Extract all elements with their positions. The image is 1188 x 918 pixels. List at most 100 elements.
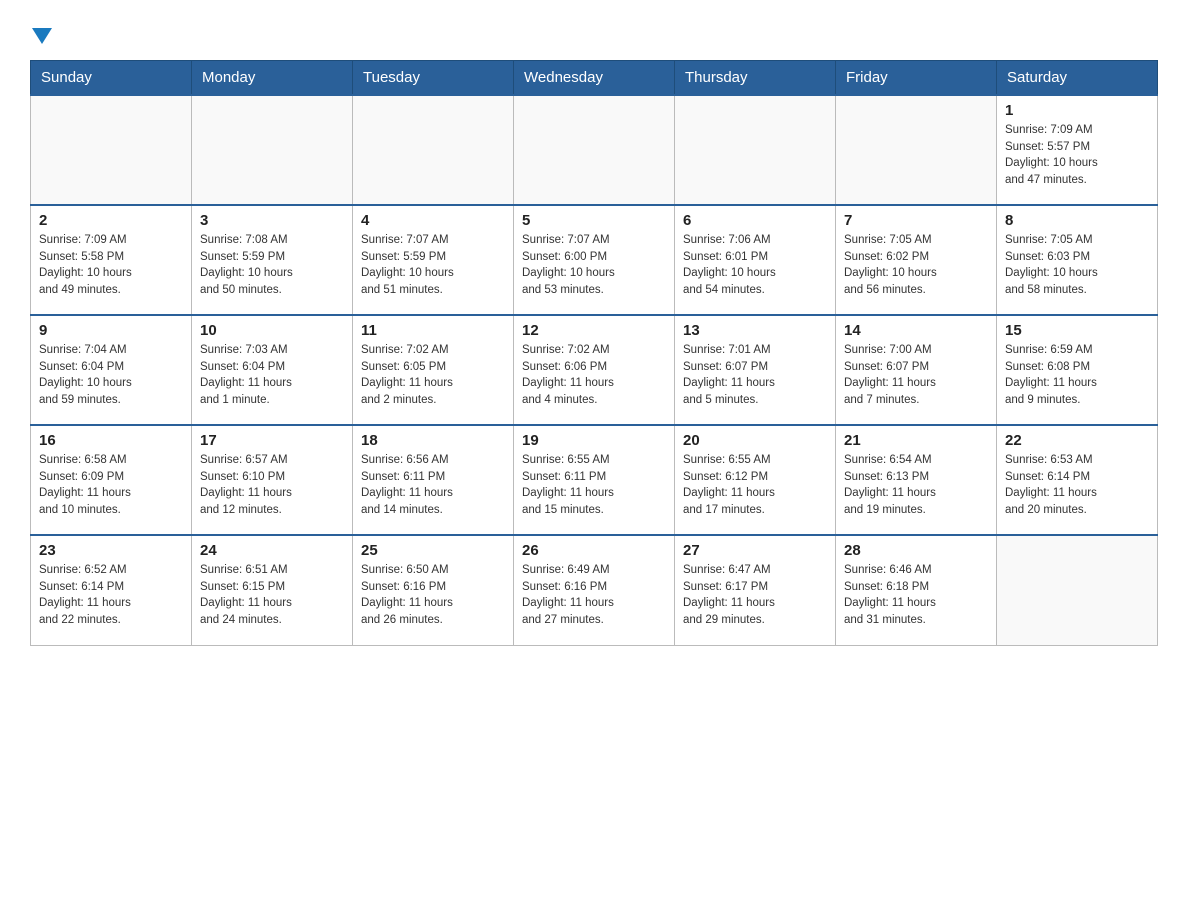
weekday-header: Monday	[192, 61, 353, 96]
calendar-cell	[675, 95, 836, 205]
calendar-week-row: 23 Sunrise: 6:52 AM Sunset: 6:14 PM Dayli…	[31, 535, 1158, 645]
day-number: 28	[844, 542, 988, 559]
day-number: 6	[683, 212, 827, 229]
day-info: Sunrise: 6:54 AM Sunset: 6:13 PM Dayligh…	[844, 452, 988, 519]
calendar-cell: 2Sunrise: 7:09 AM Sunset: 5:58 PM Daylig…	[31, 205, 192, 315]
day-number: 26	[522, 542, 666, 559]
weekday-header-row: SundayMondayTuesdayWednesdayThursdayFrid…	[31, 61, 1158, 96]
calendar-cell: 11 Sunrise: 7:02 AM Sunset: 6:05 PM Dayli…	[353, 315, 514, 425]
day-info: Sunrise: 7:07 AM Sunset: 5:59 PM Dayligh…	[361, 232, 505, 299]
calendar-cell: 12 Sunrise: 7:02 AM Sunset: 6:06 PM Dayli…	[514, 315, 675, 425]
day-info: Sunrise: 7:04 AM Sunset: 6:04 PM Dayligh…	[39, 342, 183, 409]
day-info: Sunrise: 7:09 AM Sunset: 5:57 PM Dayligh…	[1005, 122, 1149, 189]
day-info: Sunrise: 7:02 AM Sunset: 6:06 PM Dayligh…	[522, 342, 666, 409]
day-info: Sunrise: 6:50 AM Sunset: 6:16 PM Dayligh…	[361, 562, 505, 629]
day-info: Sunrise: 7:06 AM Sunset: 6:01 PM Dayligh…	[683, 232, 827, 299]
day-number: 20	[683, 432, 827, 449]
weekday-header: Thursday	[675, 61, 836, 96]
calendar-week-row: 16Sunrise: 6:58 AM Sunset: 6:09 PM Dayli…	[31, 425, 1158, 535]
day-number: 23	[39, 542, 183, 559]
day-info: Sunrise: 7:02 AM Sunset: 6:05 PM Dayligh…	[361, 342, 505, 409]
calendar-cell: 9 Sunrise: 7:04 AM Sunset: 6:04 PM Daylig…	[31, 315, 192, 425]
day-number: 10	[200, 322, 344, 339]
day-number: 12	[522, 322, 666, 339]
day-number: 25	[361, 542, 505, 559]
logo	[30, 24, 54, 42]
calendar-cell: 18 Sunrise: 6:56 AM Sunset: 6:11 PM Dayli…	[353, 425, 514, 535]
day-info: Sunrise: 7:07 AM Sunset: 6:00 PM Dayligh…	[522, 232, 666, 299]
calendar-cell: 13 Sunrise: 7:01 AM Sunset: 6:07 PM Dayli…	[675, 315, 836, 425]
day-info: Sunrise: 6:57 AM Sunset: 6:10 PM Dayligh…	[200, 452, 344, 519]
calendar-cell: 23 Sunrise: 6:52 AM Sunset: 6:14 PM Dayli…	[31, 535, 192, 645]
day-number: 19	[522, 432, 666, 449]
weekday-header: Wednesday	[514, 61, 675, 96]
calendar-cell: 26 Sunrise: 6:49 AM Sunset: 6:16 PM Dayli…	[514, 535, 675, 645]
calendar-cell	[192, 95, 353, 205]
calendar-cell: 21 Sunrise: 6:54 AM Sunset: 6:13 PM Dayli…	[836, 425, 997, 535]
calendar-cell	[514, 95, 675, 205]
calendar-cell: 6 Sunrise: 7:06 AM Sunset: 6:01 PM Daylig…	[675, 205, 836, 315]
calendar-cell: 14 Sunrise: 7:00 AM Sunset: 6:07 PM Dayli…	[836, 315, 997, 425]
calendar-cell: 25 Sunrise: 6:50 AM Sunset: 6:16 PM Dayli…	[353, 535, 514, 645]
day-number: 2	[39, 212, 183, 229]
day-number: 4	[361, 212, 505, 229]
day-info: Sunrise: 6:49 AM Sunset: 6:16 PM Dayligh…	[522, 562, 666, 629]
calendar-cell	[353, 95, 514, 205]
day-info: Sunrise: 6:53 AM Sunset: 6:14 PM Dayligh…	[1005, 452, 1149, 519]
calendar-week-row: 2Sunrise: 7:09 AM Sunset: 5:58 PM Daylig…	[31, 205, 1158, 315]
calendar-cell	[31, 95, 192, 205]
calendar-cell: 19Sunrise: 6:55 AM Sunset: 6:11 PM Dayli…	[514, 425, 675, 535]
day-number: 27	[683, 542, 827, 559]
calendar-cell: 15 Sunrise: 6:59 AM Sunset: 6:08 PM Dayli…	[997, 315, 1158, 425]
day-info: Sunrise: 7:00 AM Sunset: 6:07 PM Dayligh…	[844, 342, 988, 409]
day-info: Sunrise: 6:59 AM Sunset: 6:08 PM Dayligh…	[1005, 342, 1149, 409]
day-number: 7	[844, 212, 988, 229]
day-info: Sunrise: 6:52 AM Sunset: 6:14 PM Dayligh…	[39, 562, 183, 629]
calendar-cell: 7 Sunrise: 7:05 AM Sunset: 6:02 PM Daylig…	[836, 205, 997, 315]
calendar-week-row: 1 Sunrise: 7:09 AM Sunset: 5:57 PM Daylig…	[31, 95, 1158, 205]
day-number: 8	[1005, 212, 1149, 229]
calendar-table: SundayMondayTuesdayWednesdayThursdayFrid…	[30, 60, 1158, 646]
day-info: Sunrise: 7:03 AM Sunset: 6:04 PM Dayligh…	[200, 342, 344, 409]
day-info: Sunrise: 6:56 AM Sunset: 6:11 PM Dayligh…	[361, 452, 505, 519]
day-number: 22	[1005, 432, 1149, 449]
calendar-cell: 24 Sunrise: 6:51 AM Sunset: 6:15 PM Dayli…	[192, 535, 353, 645]
calendar-week-row: 9 Sunrise: 7:04 AM Sunset: 6:04 PM Daylig…	[31, 315, 1158, 425]
calendar-cell	[836, 95, 997, 205]
day-number: 1	[1005, 102, 1149, 119]
day-number: 3	[200, 212, 344, 229]
day-number: 9	[39, 322, 183, 339]
day-info: Sunrise: 6:51 AM Sunset: 6:15 PM Dayligh…	[200, 562, 344, 629]
calendar-cell	[997, 535, 1158, 645]
day-number: 21	[844, 432, 988, 449]
calendar-cell: 5Sunrise: 7:07 AM Sunset: 6:00 PM Daylig…	[514, 205, 675, 315]
day-number: 18	[361, 432, 505, 449]
day-number: 15	[1005, 322, 1149, 339]
calendar-cell: 3 Sunrise: 7:08 AM Sunset: 5:59 PM Daylig…	[192, 205, 353, 315]
weekday-header: Tuesday	[353, 61, 514, 96]
calendar-cell: 22 Sunrise: 6:53 AM Sunset: 6:14 PM Dayli…	[997, 425, 1158, 535]
day-number: 17	[200, 432, 344, 449]
calendar-cell: 28 Sunrise: 6:46 AM Sunset: 6:18 PM Dayli…	[836, 535, 997, 645]
calendar-cell: 1 Sunrise: 7:09 AM Sunset: 5:57 PM Daylig…	[997, 95, 1158, 205]
logo-triangle-icon	[32, 24, 54, 46]
day-info: Sunrise: 7:01 AM Sunset: 6:07 PM Dayligh…	[683, 342, 827, 409]
day-info: Sunrise: 6:58 AM Sunset: 6:09 PM Dayligh…	[39, 452, 183, 519]
day-info: Sunrise: 6:46 AM Sunset: 6:18 PM Dayligh…	[844, 562, 988, 629]
calendar-cell: 27 Sunrise: 6:47 AM Sunset: 6:17 PM Dayli…	[675, 535, 836, 645]
calendar-cell: 8Sunrise: 7:05 AM Sunset: 6:03 PM Daylig…	[997, 205, 1158, 315]
day-number: 14	[844, 322, 988, 339]
day-info: Sunrise: 7:05 AM Sunset: 6:02 PM Dayligh…	[844, 232, 988, 299]
day-number: 13	[683, 322, 827, 339]
weekday-header: Friday	[836, 61, 997, 96]
day-info: Sunrise: 7:08 AM Sunset: 5:59 PM Dayligh…	[200, 232, 344, 299]
day-info: Sunrise: 6:47 AM Sunset: 6:17 PM Dayligh…	[683, 562, 827, 629]
day-number: 11	[361, 322, 505, 339]
weekday-header: Saturday	[997, 61, 1158, 96]
page-header	[30, 24, 1158, 42]
day-number: 24	[200, 542, 344, 559]
calendar-cell: 4 Sunrise: 7:07 AM Sunset: 5:59 PM Daylig…	[353, 205, 514, 315]
calendar-cell: 16Sunrise: 6:58 AM Sunset: 6:09 PM Dayli…	[31, 425, 192, 535]
day-info: Sunrise: 6:55 AM Sunset: 6:12 PM Dayligh…	[683, 452, 827, 519]
calendar-cell: 20 Sunrise: 6:55 AM Sunset: 6:12 PM Dayli…	[675, 425, 836, 535]
